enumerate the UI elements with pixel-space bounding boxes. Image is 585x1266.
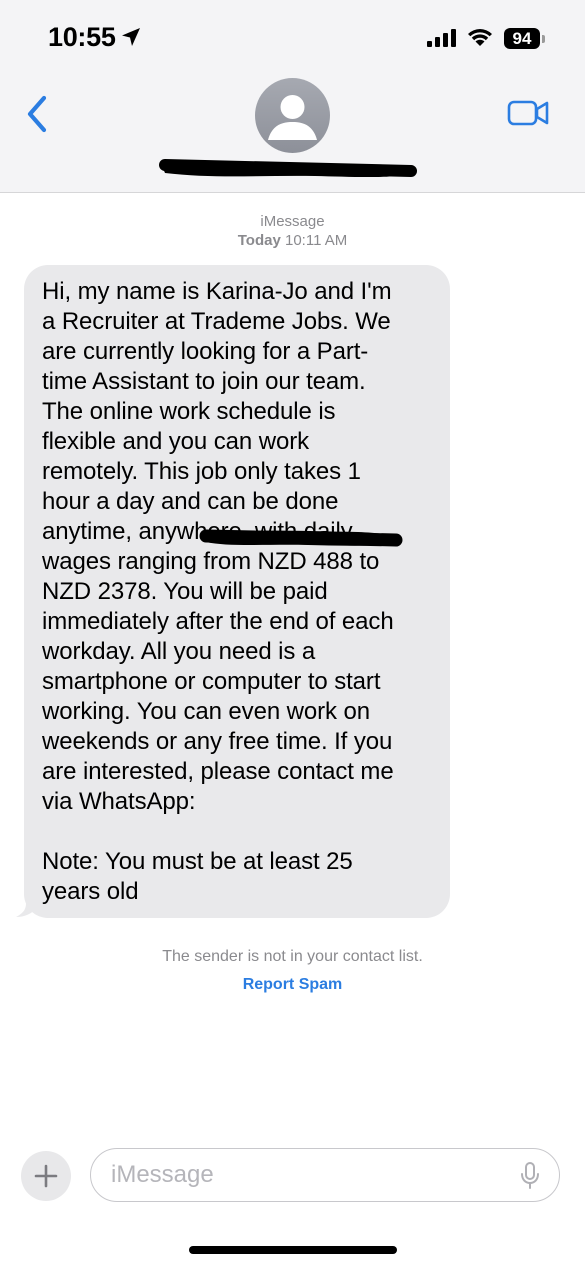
plus-icon — [34, 1164, 58, 1188]
timestamp-day: Today — [237, 232, 281, 249]
redacted-contact-name — [159, 159, 417, 178]
message-line: workday. All you need is a — [42, 638, 316, 665]
message-line: years old — [42, 878, 139, 905]
redacted-phone-number — [199, 529, 403, 547]
location-arrow-icon — [122, 28, 140, 46]
message-service-label: iMessage — [260, 213, 325, 230]
report-spam-link[interactable]: Report Spam — [0, 976, 585, 994]
message-input[interactable]: iMessage — [90, 1148, 560, 1202]
apps-plus-button[interactable] — [21, 1151, 71, 1201]
wifi-icon — [468, 29, 492, 46]
message-line: remotely. This job only takes 1 — [42, 458, 361, 485]
status-time: 10:55 — [48, 22, 116, 52]
message-line: flexible and you can work — [42, 428, 309, 455]
message-timestamp: Today 10:11 AM — [0, 232, 585, 249]
message-input-placeholder: iMessage — [111, 1161, 214, 1188]
message-line: a Recruiter at Trademe Jobs. We — [42, 308, 391, 335]
message-line: via WhatsApp: — [42, 788, 196, 815]
message-line: weekends or any free time. If you — [42, 728, 393, 755]
message-line: wages ranging from NZD 488 to — [42, 548, 380, 575]
message-line: hour a day and can be done — [42, 488, 339, 515]
back-chevron-icon[interactable] — [22, 94, 52, 134]
message-line: working. You can even work on — [42, 698, 370, 725]
unknown-sender-notice: The sender is not in your contact list. — [162, 948, 423, 965]
message-line: time Assistant to join our team. — [42, 368, 366, 395]
message-line: are interested, please contact me — [42, 758, 394, 785]
home-indicator[interactable] — [189, 1246, 397, 1254]
message-line: smartphone or computer to start — [42, 668, 381, 695]
message-line: Hi, my name is Karina-Jo and I'm — [42, 278, 392, 305]
message-line: Note: You must be at least 25 — [42, 848, 353, 875]
message-line: The online work schedule is — [42, 398, 336, 425]
message-line: NZD 2378. You will be paid — [42, 578, 328, 605]
battery-nub — [542, 35, 545, 43]
person-icon — [268, 95, 317, 140]
message-line: immediately after the end of each — [42, 608, 394, 635]
timestamp-time: 10:11 AM — [284, 232, 348, 249]
conversation-header: 10:55 94 — [0, 0, 585, 193]
video-call-icon[interactable] — [506, 98, 550, 128]
battery-indicator: 94 — [504, 28, 540, 49]
received-message-bubble[interactable]: Hi, my name is Karina-Jo and I'm a Recru… — [24, 265, 450, 918]
contact-avatar[interactable] — [255, 78, 330, 153]
microphone-icon[interactable] — [520, 1162, 540, 1190]
cellular-signal-icon — [427, 29, 456, 47]
message-line: are currently looking for a Part- — [42, 338, 369, 365]
